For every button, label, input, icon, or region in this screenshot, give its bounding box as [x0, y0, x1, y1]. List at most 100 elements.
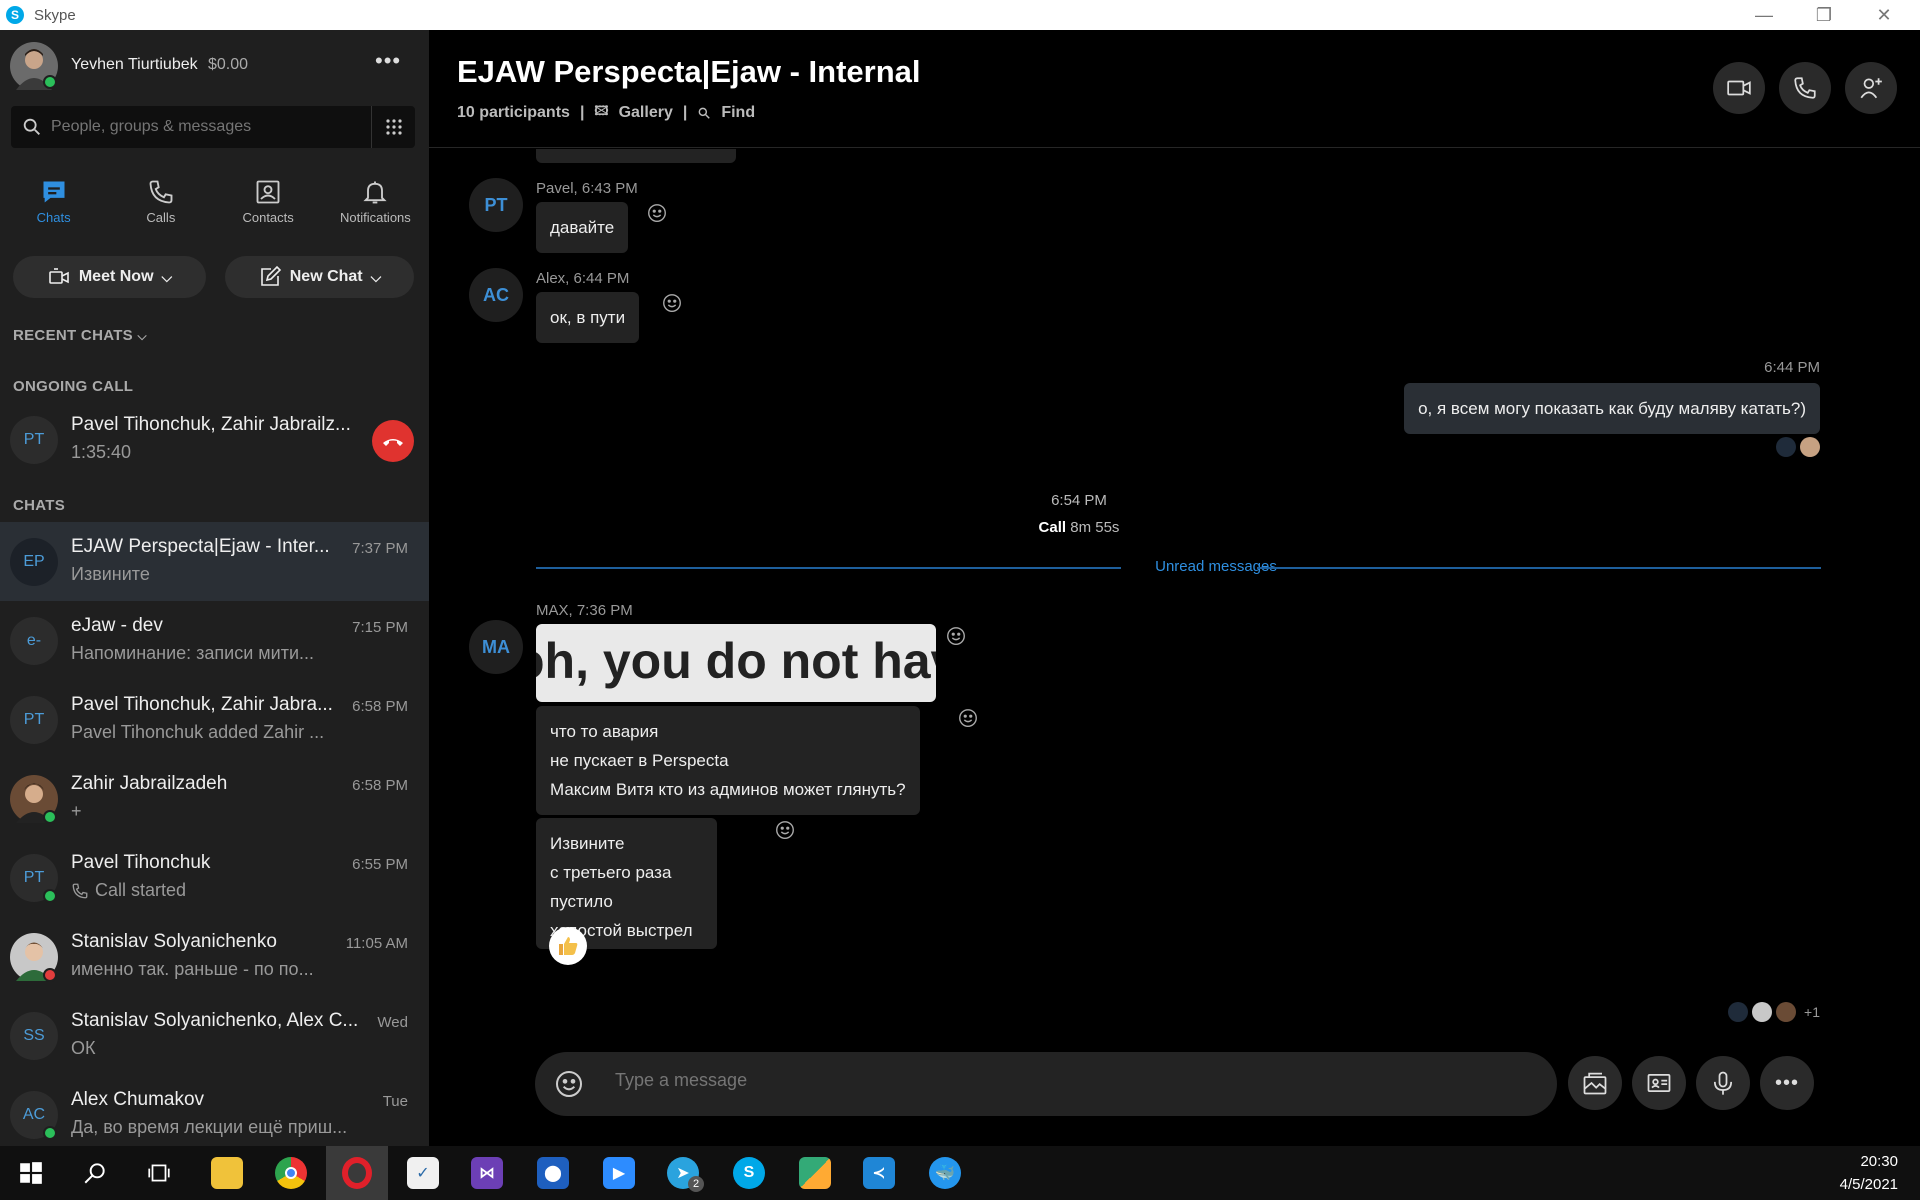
- docker-whale-icon: 🐳: [929, 1157, 961, 1189]
- contact-card-icon: [1647, 1073, 1671, 1093]
- end-call-button[interactable]: [372, 420, 414, 462]
- docker-taskbar[interactable]: 🐳: [914, 1146, 976, 1200]
- profile-name[interactable]: Yevhen Tiurtiubek: [71, 56, 198, 74]
- system-clock[interactable]: 20:30 4/5/2021: [1840, 1150, 1898, 1196]
- profile-balance[interactable]: $0.00: [208, 56, 248, 74]
- chat-preview-text: Call started: [95, 880, 187, 900]
- recent-chats-label: RECENT CHATS: [13, 327, 133, 344]
- tab-chats[interactable]: Chats: [0, 170, 107, 250]
- message-line: не пускает в Perspecta: [550, 751, 729, 770]
- search-icon: [23, 118, 40, 135]
- chat-preview: Извините: [71, 564, 150, 584]
- more-options-icon[interactable]: •••: [375, 48, 401, 74]
- visual-studio-taskbar[interactable]: ⋈: [456, 1146, 518, 1200]
- search-input[interactable]: [51, 118, 361, 136]
- search-taskbar-button[interactable]: [64, 1146, 126, 1200]
- app-taskbar[interactable]: [784, 1146, 846, 1200]
- zoom-taskbar[interactable]: ▶: [588, 1146, 650, 1200]
- image-attachment[interactable]: oh, you do not hav: [536, 624, 936, 702]
- add-people-button[interactable]: [1845, 62, 1897, 114]
- read-receipts: +1: [1728, 1002, 1820, 1022]
- chat-item-zahir[interactable]: Zahir Jabrailzadeh + 6:58 PM: [0, 759, 429, 838]
- conversation-pane: EJAW Perspecta|Ejaw - Internal 10 partic…: [429, 30, 1920, 1146]
- hang-up-icon: [383, 439, 403, 446]
- search-icon: [698, 107, 711, 119]
- chat-time: Tue: [382, 1093, 408, 1110]
- presence-busy-icon: [43, 968, 57, 982]
- avatar[interactable]: PT: [469, 178, 523, 232]
- chat-item-ejaw-internal[interactable]: EP EJAW Perspecta|Ejaw - Inter... Извини…: [0, 522, 429, 601]
- message-line: что то авария: [550, 722, 659, 741]
- avatar: [1728, 1002, 1749, 1022]
- opera-taskbar[interactable]: [326, 1146, 388, 1200]
- thumbs-up-reaction[interactable]: [549, 927, 587, 965]
- task-view-button[interactable]: [128, 1146, 190, 1200]
- chat-preview: Да, во время лекции ещё приш...: [71, 1117, 348, 1137]
- avatar[interactable]: MA: [469, 620, 523, 674]
- emoji-icon[interactable]: [553, 1068, 585, 1100]
- chat-item-stanislav-alex[interactable]: SS Stanislav Solyanichenko, Alex C... ОК…: [0, 996, 429, 1075]
- phone-icon: [72, 883, 88, 898]
- send-contact-button[interactable]: [1632, 1056, 1686, 1110]
- vscode-taskbar[interactable]: ≺: [848, 1146, 910, 1200]
- message-bubble[interactable]: [536, 149, 736, 163]
- ongoing-call-item[interactable]: PT Pavel Tihonchuk, Zahir Jabrailz... 1:…: [0, 400, 429, 479]
- participants-link[interactable]: 10 participants: [457, 104, 570, 122]
- message-bubble[interactable]: о, я всем могу показать как буду маляву …: [1404, 383, 1820, 434]
- close-icon[interactable]: ✕: [1854, 0, 1914, 30]
- chat-item-pavel[interactable]: PT Pavel Tihonchuk Call started 6:55 PM: [0, 838, 429, 917]
- maps-taskbar[interactable]: ⬤: [522, 1146, 584, 1200]
- smiley-icon[interactable]: [774, 819, 796, 841]
- message-bubble[interactable]: что то авария не пускает в Perspecta Мак…: [536, 706, 920, 815]
- message-input[interactable]: [615, 1070, 1515, 1091]
- smiley-icon[interactable]: [957, 707, 979, 729]
- minimize-icon[interactable]: —: [1734, 0, 1794, 30]
- chat-preview: +: [71, 801, 82, 821]
- smiley-icon[interactable]: [945, 625, 967, 647]
- file-explorer-taskbar[interactable]: [196, 1146, 258, 1200]
- message-bubble[interactable]: ок, в пути: [536, 292, 640, 343]
- image-caption-text: oh, you do not hav: [536, 633, 936, 689]
- chat-name: EJAW Perspecta|Ejaw - Inter...: [71, 536, 330, 557]
- call-time: 6:54 PM: [1051, 492, 1107, 509]
- skype-taskbar[interactable]: S: [718, 1146, 780, 1200]
- seen-more-count: +1: [1804, 1004, 1820, 1020]
- video-call-button[interactable]: [1713, 62, 1765, 114]
- start-button[interactable]: [0, 1146, 62, 1200]
- chat-name: eJaw - dev: [71, 615, 163, 636]
- tab-notifications[interactable]: Notifications: [322, 170, 429, 250]
- unread-divider: [536, 567, 1121, 569]
- restore-icon[interactable]: ❐: [1794, 0, 1854, 30]
- chat-item-alex[interactable]: AC Alex Chumakov Да, во время лекции ещё…: [0, 1075, 429, 1146]
- smiley-icon[interactable]: [661, 292, 683, 314]
- gallery-link[interactable]: Gallery: [619, 104, 673, 122]
- call-duration: 1:35:40: [71, 442, 132, 462]
- app-taskbar[interactable]: ✓: [392, 1146, 454, 1200]
- microphone-icon: [1713, 1071, 1733, 1095]
- search-box[interactable]: [11, 106, 415, 148]
- voice-message-button[interactable]: [1696, 1056, 1750, 1110]
- tab-contacts[interactable]: Contacts: [215, 170, 322, 250]
- message-bubble[interactable]: давайте: [536, 202, 629, 253]
- chrome-taskbar[interactable]: [260, 1146, 322, 1200]
- new-chat-button[interactable]: New Chat ⌵: [225, 256, 414, 298]
- audio-call-button[interactable]: [1779, 62, 1831, 114]
- avatar[interactable]: AC: [469, 268, 523, 322]
- telegram-taskbar[interactable]: ➤ 2: [652, 1146, 714, 1200]
- chat-item-pavel-zahir[interactable]: PT Pavel Tihonchuk, Zahir Jabra... Pavel…: [0, 680, 429, 759]
- chat-preview: Call started: [71, 880, 361, 901]
- tab-calls[interactable]: Calls: [107, 170, 214, 250]
- recent-chats-header[interactable]: RECENT CHATS ⌵: [13, 327, 147, 344]
- send-media-button[interactable]: [1568, 1056, 1622, 1110]
- chat-name: Stanislav Solyanichenko, Alex C...: [71, 1010, 359, 1031]
- meet-now-button[interactable]: Meet Now ⌵: [13, 256, 206, 298]
- dialpad-icon[interactable]: [371, 106, 415, 148]
- find-link[interactable]: Find: [721, 104, 755, 122]
- conversation-title[interactable]: EJAW Perspecta|Ejaw - Internal: [457, 54, 921, 90]
- more-composer-options-button[interactable]: •••: [1760, 1056, 1814, 1110]
- message-meta: 6:44 PM: [1764, 359, 1820, 376]
- chat-item-ejaw-dev[interactable]: e- eJaw - dev Напоминание: записи мити..…: [0, 601, 429, 680]
- smiley-icon[interactable]: [646, 202, 668, 224]
- chat-item-stanislav[interactable]: Stanislav Solyanichenko именно так. рань…: [0, 917, 429, 996]
- message-meta: MAX, 7:36 PM: [536, 602, 633, 619]
